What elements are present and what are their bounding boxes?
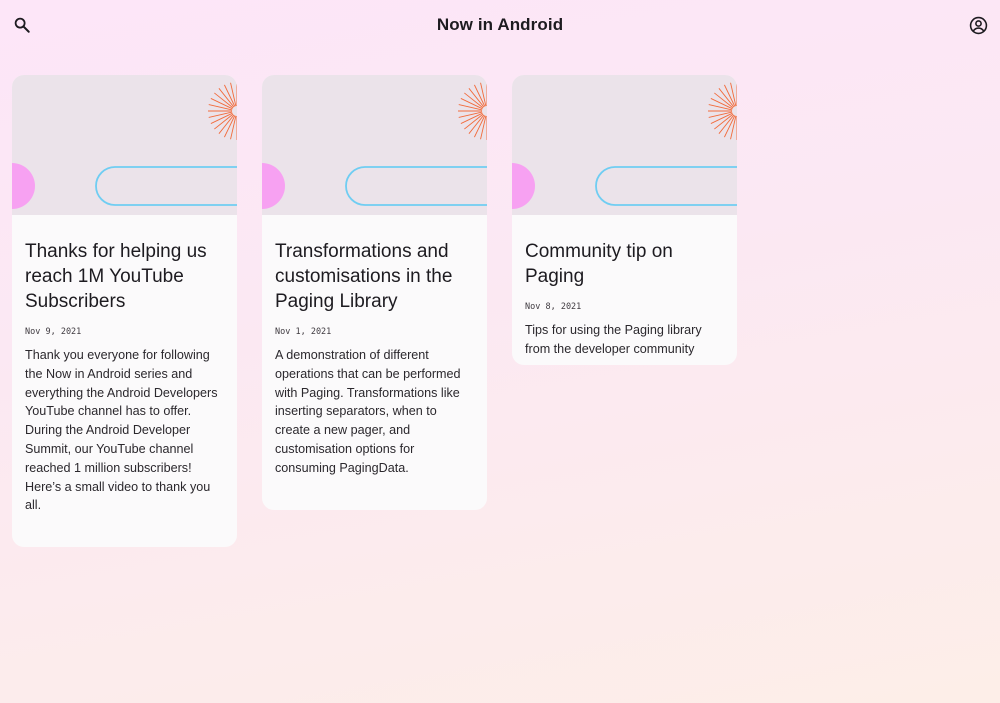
app-title: Now in Android bbox=[436, 15, 564, 34]
news-card[interactable]: Transformations and customisations in th… bbox=[262, 75, 487, 510]
card-description: Tips for using the Paging library from t… bbox=[525, 323, 702, 356]
card-header-image bbox=[262, 75, 487, 215]
card-header-image bbox=[512, 75, 737, 215]
card-description: Thank you everyone for following the Now… bbox=[25, 348, 218, 513]
card-date: Nov 8, 2021 bbox=[525, 302, 582, 312]
card-description: A demonstration of different operations … bbox=[275, 348, 461, 475]
news-card[interactable]: Community tip on Paging Nov 8, 2021 Tips… bbox=[512, 75, 737, 365]
card-header-image bbox=[12, 75, 237, 215]
card-title: Thanks for helping us reach 1M YouTube S… bbox=[25, 241, 207, 312]
card-date: Nov 1, 2021 bbox=[275, 327, 332, 337]
card-title: Community tip on Paging bbox=[525, 241, 673, 287]
account-button[interactable] bbox=[962, 9, 994, 41]
top-app-bar: Now in Android bbox=[0, 0, 1000, 52]
card-title: Transformations and customisations in th… bbox=[275, 241, 453, 312]
card-date: Nov 9, 2021 bbox=[25, 327, 82, 337]
news-card[interactable]: Thanks for helping us reach 1M YouTube S… bbox=[12, 75, 237, 547]
account-circle-icon bbox=[969, 16, 987, 34]
